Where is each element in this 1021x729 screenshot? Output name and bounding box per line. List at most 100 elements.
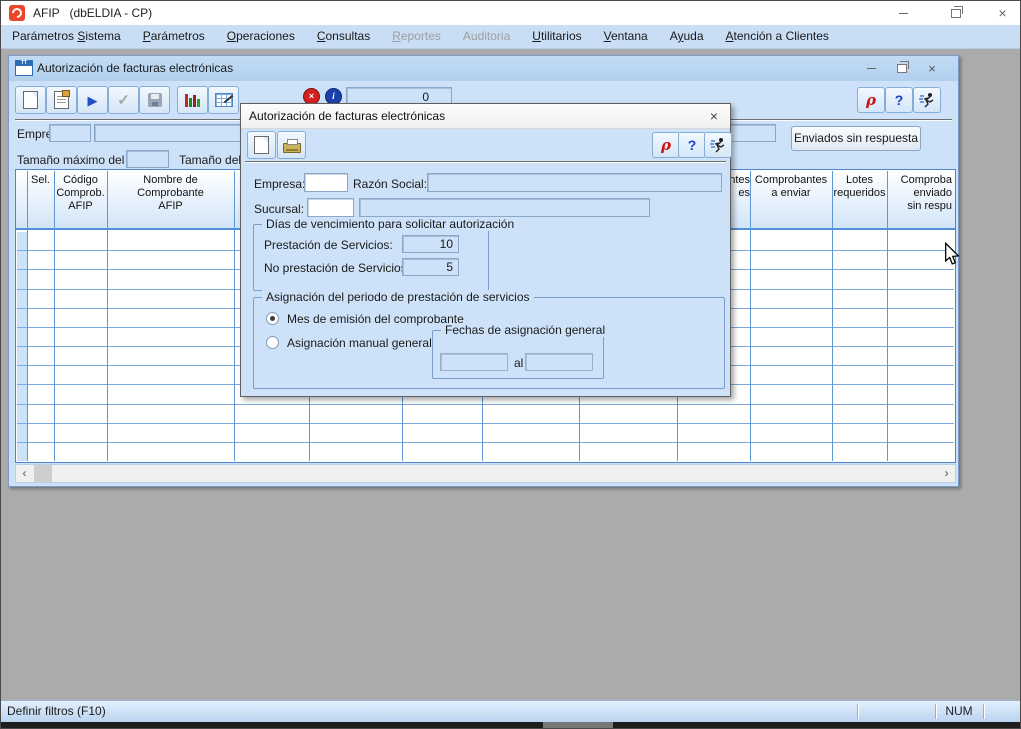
menu-parametros[interactable]: Parámetros	[132, 25, 216, 48]
no-prestacion-field[interactable]: 5	[402, 258, 459, 276]
header-truncated-right[interactable]: Comprobaenviadosin respu	[888, 174, 956, 213]
dialog-help-button[interactable]: ?	[678, 132, 706, 158]
prestacion-label: Prestación de Servicios:	[264, 238, 393, 252]
save-button[interactable]	[139, 86, 170, 114]
header-sel[interactable]: Sel.	[27, 174, 54, 187]
printer-icon	[283, 143, 301, 153]
help-button[interactable]: ?	[885, 87, 913, 113]
table-row	[17, 424, 954, 443]
child-close-button[interactable]: ×	[920, 59, 944, 78]
vencimiento-groupbox: Días de vencimiento para solicitar autor…	[253, 224, 489, 291]
radio-asignacion-manual-label: Asignación manual general	[287, 336, 432, 350]
runner-icon	[709, 136, 727, 154]
menu-auditoria: Auditoria	[452, 25, 521, 48]
menu-operaciones[interactable]: Operaciones	[216, 25, 306, 48]
info-icon: i	[332, 91, 335, 101]
sucursal-desc-field	[359, 198, 650, 217]
menu-consultas[interactable]: Consultas	[306, 25, 381, 48]
scrollbar-thumb[interactable]	[34, 465, 52, 482]
fechas-group-title: Fechas de asignación general	[441, 323, 609, 337]
header-codigo[interactable]: CódigoComprob.AFIP	[54, 174, 107, 213]
menubar: Parámetros SistemaParámetrosOperacionesC…	[1, 25, 1020, 49]
column-gridline	[27, 171, 28, 461]
statusbar-message: Definir filtros (F10)	[7, 701, 106, 722]
table-row	[17, 405, 954, 424]
dialog-print-button[interactable]	[277, 131, 306, 159]
table-row	[17, 443, 954, 461]
dialog-titlebar: Autorización de facturas electrónicas ×	[241, 104, 730, 129]
afip-app-icon	[9, 5, 25, 21]
fecha-desde-input[interactable]	[440, 353, 508, 371]
close-button[interactable]: ×	[986, 1, 1019, 25]
child-maximize-button[interactable]	[890, 59, 914, 78]
taskbar-fragment	[543, 722, 613, 729]
dialog-exit-button[interactable]: ρ	[652, 132, 680, 158]
header-a-enviar[interactable]: Comprobantesa enviar	[750, 174, 832, 200]
dialog-close-form-button[interactable]	[704, 132, 732, 158]
properties-button[interactable]	[46, 86, 77, 114]
scroll-left-button[interactable]: ‹	[16, 465, 33, 482]
save-icon	[148, 93, 162, 107]
close-icon: ×	[710, 108, 718, 124]
dialog-close-button[interactable]: ×	[704, 106, 724, 126]
column-gridline	[107, 171, 108, 461]
header-nombre[interactable]: Nombre deComprobanteAFIP	[107, 174, 234, 213]
enviados-sin-respuesta-button[interactable]: Enviados sin respuesta	[791, 126, 921, 151]
scroll-right-button[interactable]: ›	[938, 465, 955, 482]
grid-edit-button[interactable]	[208, 86, 239, 114]
column-gridline	[832, 171, 833, 461]
minimize-icon	[867, 68, 876, 69]
radio-asignacion-manual[interactable]	[266, 336, 279, 349]
app-title: AFIP (dbELDIA - CP)	[33, 1, 152, 25]
execute-button[interactable]: ▶	[77, 86, 108, 114]
dialog-empresa-input[interactable]	[304, 173, 348, 192]
exit-button[interactable]: ρ	[857, 87, 885, 113]
close-form-button[interactable]	[913, 87, 941, 113]
lote-size-label-truncated: Tamaño del l	[179, 153, 243, 167]
confirm-button[interactable]: ✓	[108, 86, 139, 114]
maximize-icon	[897, 64, 907, 73]
menu-ventana[interactable]: Ventana	[593, 25, 659, 48]
prestacion-field[interactable]: 10	[402, 235, 459, 253]
application-window: AFIP (dbELDIA - CP) × Parámetros Sistema…	[0, 0, 1021, 729]
empresa-code-field[interactable]	[49, 124, 91, 142]
minimize-button[interactable]	[881, 1, 926, 25]
no-prestacion-label: No prestación de Servicios:	[264, 261, 410, 275]
statusbar-separator	[983, 704, 984, 719]
menu-utilitarios[interactable]: Utilitarios	[521, 25, 592, 48]
mouse-cursor	[944, 242, 960, 266]
lote-max-field[interactable]	[126, 150, 169, 168]
new-record-button[interactable]	[15, 86, 46, 114]
menu-ayuda[interactable]: Ayuda	[659, 25, 715, 48]
fecha-hasta-input[interactable]	[525, 353, 593, 371]
column-gridline	[887, 171, 888, 461]
radio-mes-emision-label: Mes de emisión del comprobante	[287, 312, 464, 326]
asignacion-groupbox: Asignación del periodo de prestación de …	[253, 297, 725, 389]
horizontal-scrollbar[interactable]: ‹ ›	[15, 464, 956, 483]
dialog-title: Autorización de facturas electrónicas	[249, 104, 445, 128]
column-gridline	[54, 171, 55, 461]
menu-parametros-sistema[interactable]: Parámetros Sistema	[1, 25, 132, 48]
header-truncated-mid[interactable]: nteses	[728, 174, 750, 200]
dialog-new-button[interactable]	[247, 131, 276, 159]
statusbar-separator	[857, 704, 858, 719]
sucursal-label: Sucursal:	[254, 202, 304, 216]
colored-bars-icon	[185, 93, 200, 107]
x-icon: ×	[309, 91, 314, 101]
radio-mes-emision[interactable]	[266, 312, 279, 325]
grid-pencil-icon	[215, 93, 233, 107]
restore-button[interactable]	[933, 1, 978, 25]
rho-exit-icon: ρ	[866, 93, 876, 108]
child-minimize-button[interactable]	[859, 59, 883, 78]
play-icon: ▶	[88, 94, 98, 107]
header-lotes[interactable]: Lotesrequeridos	[832, 174, 887, 200]
razon-social-field	[427, 173, 722, 192]
sucursal-input[interactable]	[307, 198, 354, 217]
dialog-window: Autorización de facturas electrónicas × …	[240, 103, 731, 397]
batch-view-button[interactable]	[177, 86, 208, 114]
menu-atencion-clientes[interactable]: Atención a Clientes	[715, 25, 840, 48]
close-icon: ×	[998, 5, 1006, 21]
vencimiento-group-title: Días de vencimiento para solicitar autor…	[262, 217, 518, 231]
close-icon: ×	[928, 61, 936, 76]
asignacion-group-title: Asignación del periodo de prestación de …	[262, 290, 534, 304]
